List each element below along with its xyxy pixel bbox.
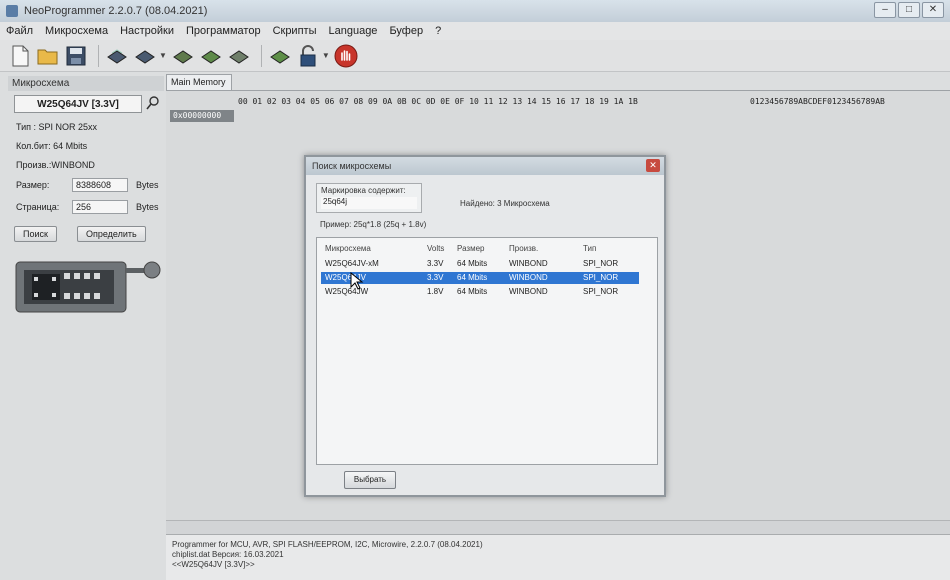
menu-file[interactable]: Файл [6, 25, 33, 37]
cell-size: 64 Mbits [457, 287, 488, 296]
write-dropdown-chevron-icon[interactable]: ▼ [159, 51, 167, 60]
app-icon [6, 5, 18, 17]
cell-type: SPI_NOR [583, 259, 619, 268]
save-icon[interactable] [64, 44, 88, 68]
size-label: Размер: [16, 180, 50, 190]
select-button[interactable]: Выбрать [344, 471, 396, 489]
size-unit: Bytes [136, 180, 159, 190]
blank-check-icon[interactable] [227, 44, 251, 68]
chip-bit-count: Кол.бит: 64 Mbits [16, 141, 88, 151]
cell-volts: 3.3V [427, 273, 444, 282]
toolbar-separator [98, 44, 99, 67]
mouse-cursor-icon [350, 271, 364, 290]
read-chip-icon[interactable] [105, 44, 129, 68]
cell-volts: 3.3V [427, 259, 444, 268]
cell-chip: W25Q64JV-xM [325, 259, 379, 268]
column-header-volts[interactable]: Volts [427, 244, 444, 253]
dialog-close-icon[interactable]: ✕ [646, 159, 660, 172]
maximize-button[interactable]: □ [898, 2, 920, 18]
tab-bar: Main Memory [166, 74, 950, 90]
hex-column-header: 00 01 02 03 04 05 06 07 08 09 0A 0B 0C 0… [238, 97, 638, 106]
list-item[interactable]: W25Q64JV-xM 3.3V 64 Mbits WINBOND SPI_NO… [321, 258, 639, 270]
page-label: Страница: [16, 202, 60, 212]
example-hint: Пример: 25q*1.8 (25q + 1.8v) [320, 220, 427, 229]
list-item[interactable]: W25Q64JW 1.8V 64 Mbits WINBOND SPI_NOR [321, 286, 639, 298]
erase-chip-icon[interactable] [171, 44, 195, 68]
toolbar: ▼ ▼ [0, 40, 950, 72]
auto-program-icon[interactable] [268, 44, 292, 68]
column-header-size[interactable]: Размер [457, 244, 485, 253]
cell-size: 64 Mbits [457, 273, 488, 282]
dialog-title: Поиск микросхемы [312, 161, 392, 171]
size-row: Размер: 8388608 Bytes [16, 178, 164, 192]
mask-group: Маркировка содержит: 25q64j [316, 183, 422, 213]
column-header-chip[interactable]: Микросхема [325, 244, 371, 253]
mask-label: Маркировка содержит: [321, 186, 406, 195]
mask-input[interactable]: 25q64j [321, 197, 417, 209]
selected-chip-name: W25Q64JV [3.3V] [14, 95, 142, 113]
menu-bar: Файл Микросхема Настройки Программатор С… [0, 22, 950, 40]
page-row: Страница: 256 Bytes [16, 200, 164, 214]
cell-manufacturer: WINBOND [509, 259, 548, 268]
log-line: <<W25Q64JV [3.3V]>> [172, 560, 255, 569]
horizontal-scrollbar[interactable] [166, 520, 950, 534]
cell-type: SPI_NOR [583, 273, 619, 282]
menu-buffer[interactable]: Буфер [389, 25, 423, 37]
write-chip-icon[interactable] [133, 44, 157, 68]
column-header-type[interactable]: Тип [583, 244, 596, 253]
cell-manufacturer: WINBOND [509, 273, 548, 282]
menu-programmer[interactable]: Программатор [186, 25, 261, 37]
chip-group-title: Микросхема [8, 76, 164, 91]
search-chip-button[interactable]: Поиск [14, 226, 57, 242]
cell-manufacturer: WINBOND [509, 287, 548, 296]
detect-chip-button[interactable]: Определить [76, 226, 146, 242]
minimize-button[interactable]: – [874, 2, 896, 18]
address-cell: 0x00000000 [170, 110, 234, 122]
window-title: NeoProgrammer 2.2.0.7 (08.04.2021) [24, 5, 208, 17]
chip-type: Тип : SPI NOR 25xx [16, 122, 98, 132]
open-folder-icon[interactable] [36, 44, 60, 68]
close-button[interactable]: ✕ [922, 2, 944, 18]
log-line: chiplist.dat Версия: 16.03.2021 [172, 550, 284, 559]
menu-chip[interactable]: Микросхема [45, 25, 108, 37]
dialog-title-bar: Поиск микросхемы ✕ [306, 157, 664, 175]
page-field[interactable]: 256 [72, 200, 128, 214]
chip-search-dialog: Поиск микросхемы ✕ Маркировка содержит: … [304, 155, 666, 497]
chip-buttons: Поиск Определить [14, 226, 164, 242]
chip-results-list[interactable]: Микросхема Volts Размер Произв. Тип W25Q… [316, 237, 658, 465]
menu-scripts[interactable]: Скрипты [273, 25, 317, 37]
page-unit: Bytes [136, 202, 159, 212]
cell-size: 64 Mbits [457, 259, 488, 268]
lock-dropdown-chevron-icon[interactable]: ▼ [322, 51, 330, 60]
chip-socket-diagram [14, 258, 164, 318]
search-icon[interactable] [146, 96, 160, 110]
app-window: NeoProgrammer 2.2.0.7 (08.04.2021) – □ ✕… [0, 0, 950, 580]
chip-manufacturer: Произв.:WINBOND [16, 160, 95, 170]
log-panel: Programmer for MCU, AVR, SPI FLASH/EEPRO… [166, 534, 950, 580]
tab-main-memory[interactable]: Main Memory [166, 74, 232, 90]
stop-hand-icon[interactable] [334, 44, 358, 68]
menu-settings[interactable]: Настройки [120, 25, 174, 37]
column-header-manufacturer[interactable]: Произв. [509, 244, 538, 253]
size-field[interactable]: 8388608 [72, 178, 128, 192]
window-controls: – □ ✕ [874, 2, 944, 18]
verify-chip-icon[interactable] [199, 44, 223, 68]
list-item-selected[interactable]: W25Q64JV 3.3V 64 Mbits WINBOND SPI_NOR [321, 272, 639, 284]
log-line: Programmer for MCU, AVR, SPI FLASH/EEPRO… [172, 540, 483, 549]
chip-info-panel: Микросхема W25Q64JV [3.3V] Тип : SPI NOR… [8, 76, 164, 516]
menu-language[interactable]: Language [328, 25, 377, 37]
new-file-icon[interactable] [8, 44, 32, 68]
found-count: Найдено: 3 Микросхема [460, 199, 550, 208]
ascii-column-header: 0123456789ABCDEF0123456789AB [750, 97, 885, 106]
cell-type: SPI_NOR [583, 287, 619, 296]
toolbar-separator [260, 44, 262, 67]
menu-help[interactable]: ? [435, 25, 441, 37]
title-bar: NeoProgrammer 2.2.0.7 (08.04.2021) – □ ✕ [0, 0, 950, 22]
lock-icon[interactable] [296, 44, 320, 68]
cell-volts: 1.8V [427, 287, 444, 296]
